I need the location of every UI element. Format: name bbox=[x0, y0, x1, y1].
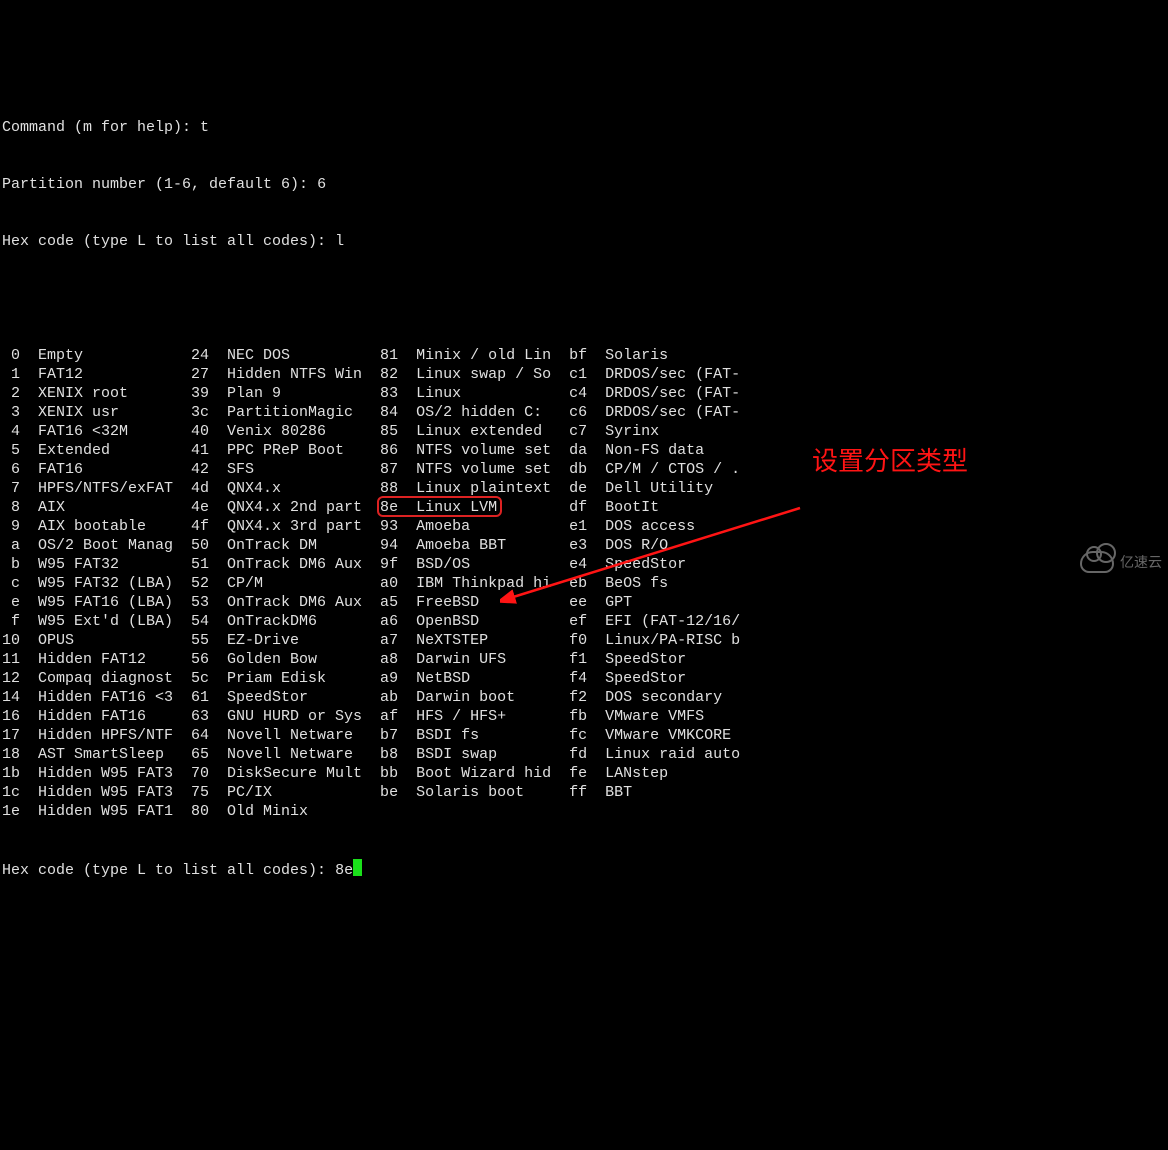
prompt-hexcode-2-input: 8e bbox=[335, 862, 353, 879]
table-row: 6 FAT16 42 SFS 87 NTFS volume set db CP/… bbox=[2, 460, 1166, 479]
cursor bbox=[353, 859, 362, 876]
prompt-command: Command (m for help): t bbox=[2, 118, 1166, 137]
terminal-screen[interactable]: Command (m for help): t Partition number… bbox=[0, 76, 1168, 903]
table-row: 9 AIX bootable 4f QNX4.x 3rd part 93 Amo… bbox=[2, 517, 1166, 536]
blank-line bbox=[2, 289, 1166, 308]
prompt-hexcode-2[interactable]: Hex code (type L to list all codes): 8e bbox=[2, 859, 1166, 880]
table-row: 8 AIX 4e QNX4.x 2nd part 8e Linux LVM df… bbox=[2, 498, 1166, 517]
table-row: 0 Empty 24 NEC DOS 81 Minix / old Lin bf… bbox=[2, 346, 1166, 365]
prompt-hexcode-1: Hex code (type L to list all codes): l bbox=[2, 232, 1166, 251]
table-row: 1 FAT12 27 Hidden NTFS Win 82 Linux swap… bbox=[2, 365, 1166, 384]
prompt-partition-input: 6 bbox=[317, 176, 326, 193]
table-row: 18 AST SmartSleep 65 Novell Netware b8 B… bbox=[2, 745, 1166, 764]
table-row: f W95 Ext'd (LBA) 54 OnTrackDM6 a6 OpenB… bbox=[2, 612, 1166, 631]
watermark-text: 亿速云 bbox=[1120, 553, 1162, 572]
table-row: 4 FAT16 <32M 40 Venix 80286 85 Linux ext… bbox=[2, 422, 1166, 441]
table-row: 14 Hidden FAT16 <3 61 SpeedStor ab Darwi… bbox=[2, 688, 1166, 707]
prompt-partition: Partition number (1-6, default 6): 6 bbox=[2, 175, 1166, 194]
table-row: 1c Hidden W95 FAT3 75 PC/IX be Solaris b… bbox=[2, 783, 1166, 802]
prompt-hexcode-1-label: Hex code (type L to list all codes): bbox=[2, 233, 335, 250]
table-row: a OS/2 Boot Manag 50 OnTrack DM 94 Amoeb… bbox=[2, 536, 1166, 555]
table-row: 11 Hidden FAT12 56 Golden Bow a8 Darwin … bbox=[2, 650, 1166, 669]
table-row: 17 Hidden HPFS/NTF 64 Novell Netware b7 … bbox=[2, 726, 1166, 745]
prompt-hexcode-2-label: Hex code (type L to list all codes): bbox=[2, 862, 335, 879]
prompt-command-input: t bbox=[200, 119, 209, 136]
partition-type-table: 0 Empty 24 NEC DOS 81 Minix / old Lin bf… bbox=[2, 346, 1166, 821]
watermark: 亿速云 bbox=[1080, 551, 1162, 573]
table-row: 16 Hidden FAT16 63 GNU HURD or Sys af HF… bbox=[2, 707, 1166, 726]
prompt-hexcode-1-input: l bbox=[335, 233, 344, 250]
table-row: 3 XENIX usr 3c PartitionMagic 84 OS/2 hi… bbox=[2, 403, 1166, 422]
prompt-partition-label: Partition number (1-6, default 6): bbox=[2, 176, 317, 193]
table-row: 7 HPFS/NTFS/exFAT 4d QNX4.x 88 Linux pla… bbox=[2, 479, 1166, 498]
table-row: e W95 FAT16 (LBA) 53 OnTrack DM6 Aux a5 … bbox=[2, 593, 1166, 612]
table-row: 2 XENIX root 39 Plan 9 83 Linux c4 DRDOS… bbox=[2, 384, 1166, 403]
prompt-command-label: Command (m for help): bbox=[2, 119, 200, 136]
table-row: 5 Extended 41 PPC PReP Boot 86 NTFS volu… bbox=[2, 441, 1166, 460]
cloud-icon bbox=[1080, 551, 1114, 573]
table-row: 12 Compaq diagnost 5c Priam Edisk a9 Net… bbox=[2, 669, 1166, 688]
table-row: 1e Hidden W95 FAT1 80 Old Minix bbox=[2, 802, 1166, 821]
table-row: 10 OPUS 55 EZ-Drive a7 NeXTSTEP f0 Linux… bbox=[2, 631, 1166, 650]
table-row: b W95 FAT32 51 OnTrack DM6 Aux 9f BSD/OS… bbox=[2, 555, 1166, 574]
table-row: 1b Hidden W95 FAT3 70 DiskSecure Mult bb… bbox=[2, 764, 1166, 783]
